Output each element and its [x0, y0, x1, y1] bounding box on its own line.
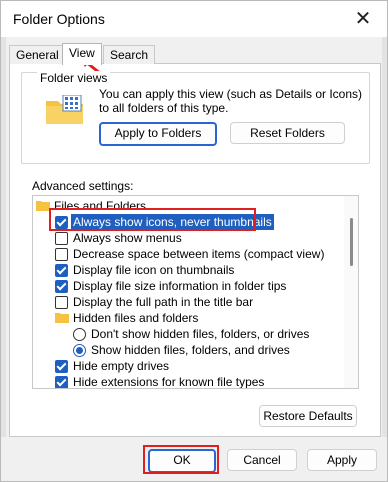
checkbox[interactable]: [55, 264, 68, 277]
folder-icon: [36, 201, 50, 211]
apply-to-folders-button[interactable]: Apply to Folders: [99, 122, 217, 146]
checkbox[interactable]: [55, 376, 68, 388]
window-title: Folder Options: [13, 11, 105, 27]
right-edge: [382, 1, 387, 481]
checkbox[interactable]: [55, 280, 68, 293]
restore-defaults-button[interactable]: Restore Defaults: [259, 405, 357, 427]
tab-general[interactable]: General: [9, 45, 66, 64]
advanced-settings-label: Advanced settings:: [32, 179, 134, 193]
folder-icon: [55, 313, 69, 323]
tab-search[interactable]: Search: [103, 45, 156, 64]
checkbox[interactable]: [55, 232, 68, 245]
annotation-ok-box: [143, 445, 219, 474]
folder-options-dialog: Folder Options ✕ General View Search Fol…: [0, 0, 388, 482]
scrollbar[interactable]: [344, 196, 358, 388]
cancel-button[interactable]: Cancel: [227, 449, 297, 471]
scrollbar-thumb[interactable]: [350, 218, 353, 266]
checkbox[interactable]: [55, 248, 68, 261]
checkbox[interactable]: [55, 360, 68, 373]
folder-views-description: You can apply this view (such as Details…: [99, 87, 363, 115]
apply-button[interactable]: Apply: [307, 449, 377, 471]
radio-button[interactable]: [73, 328, 86, 341]
left-edge: [1, 1, 6, 481]
reset-folders-button[interactable]: Reset Folders: [230, 122, 345, 144]
checkbox[interactable]: [55, 296, 68, 309]
title-bar: Folder Options ✕: [1, 1, 387, 37]
close-icon[interactable]: ✕: [349, 5, 377, 33]
folder-views-legend: Folder views: [37, 71, 111, 85]
radio-button[interactable]: [73, 344, 86, 357]
folder-views-icon: [46, 95, 83, 124]
annotation-highlight-box: [49, 208, 256, 231]
tab-view[interactable]: View: [62, 43, 102, 65]
